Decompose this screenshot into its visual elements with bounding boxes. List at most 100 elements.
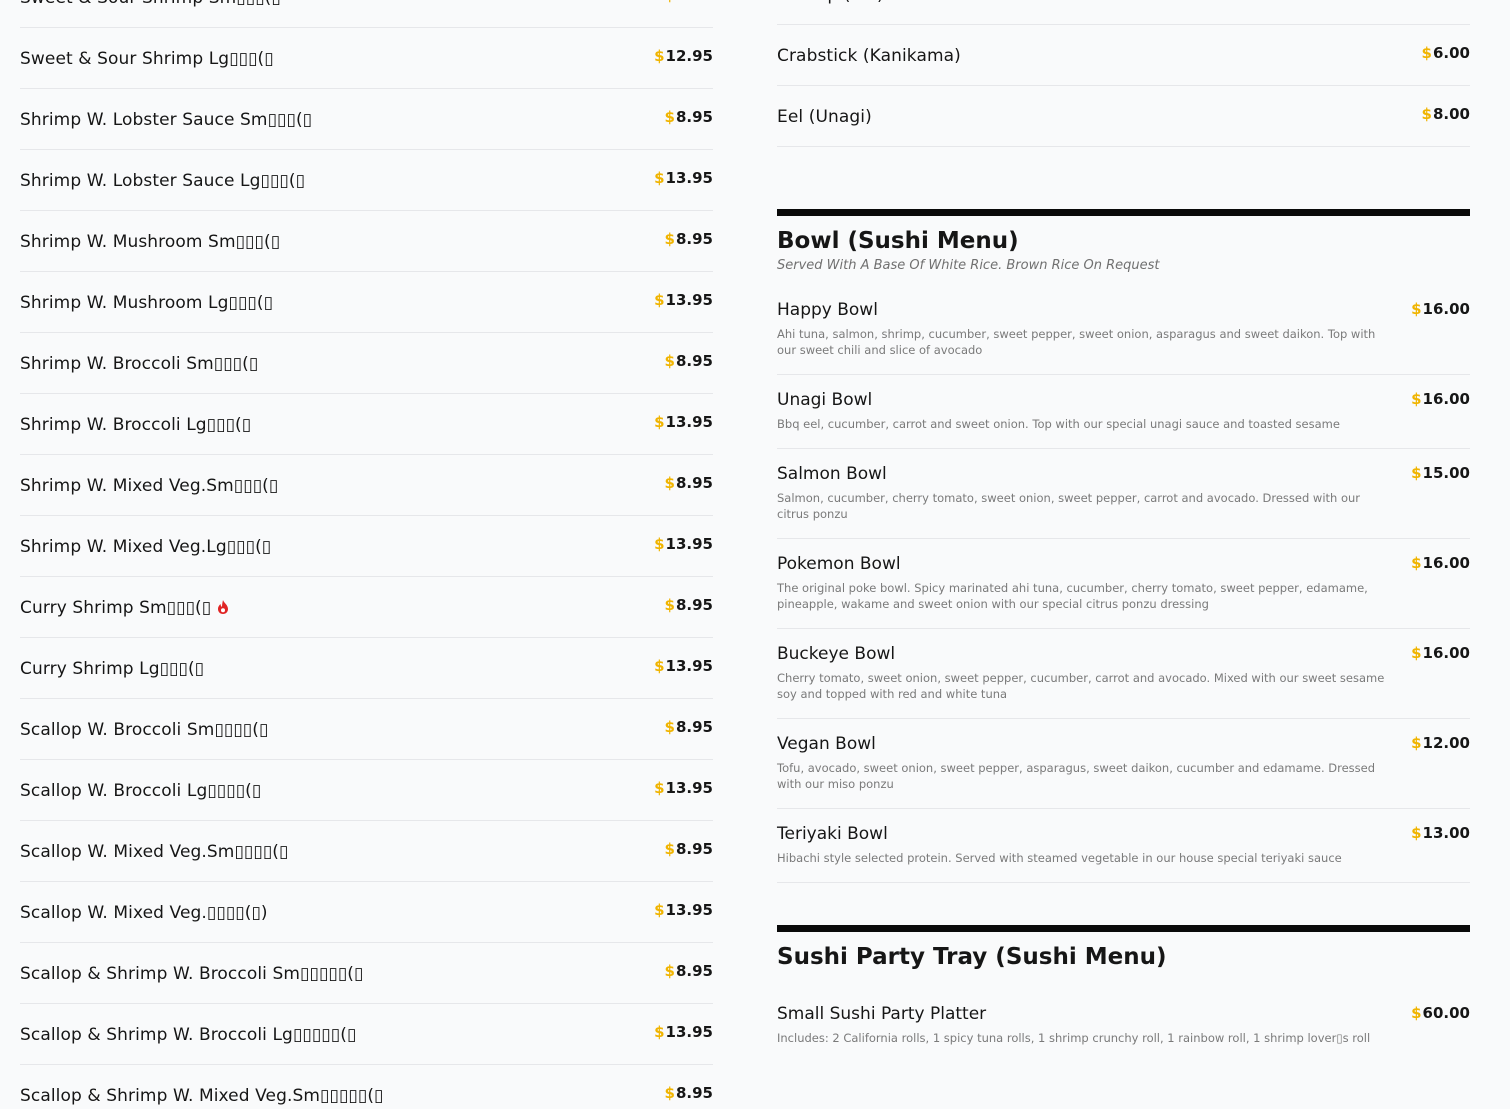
currency-symbol: $ bbox=[654, 169, 665, 187]
menu-item[interactable]: Happy Bowl Ahi tuna, salmon, shrimp, cucu… bbox=[777, 285, 1470, 375]
item-description: Bbq eel, cucumber, carrot and sweet onio… bbox=[777, 417, 1340, 431]
item-price: $8.00 bbox=[1422, 104, 1470, 124]
menu-item[interactable]: Shrimp W. Broccoli Lg▯▯▯(▯ $13.95 bbox=[20, 394, 713, 455]
menu-item[interactable]: Shrimp W. Mushroom Sm▯▯▯(▯ $8.95 bbox=[20, 211, 713, 272]
price-value: 8.95 bbox=[676, 0, 713, 4]
menu-item[interactable]: Small Sushi Party Platter Includes: 2 Cal… bbox=[777, 989, 1470, 1062]
price-value: 16.00 bbox=[1422, 390, 1470, 408]
menu-item[interactable]: Scallop W. Broccoli Lg▯▯▯▯(▯ $13.95 bbox=[20, 760, 713, 821]
currency-symbol: $ bbox=[654, 657, 665, 675]
item-price: $8.95 bbox=[665, 961, 713, 981]
item-name: Shrimp W. Mixed Veg.Sm▯▯▯(▯ bbox=[20, 475, 278, 497]
item-description: Tofu, avocado, sweet onion, sweet pepper… bbox=[777, 761, 1376, 791]
section-title: Sushi Party Tray (Sushi Menu) bbox=[777, 944, 1167, 970]
item-name: Shrimp (Ebi) bbox=[777, 0, 884, 6]
currency-symbol: $ bbox=[665, 0, 675, 4]
item-price: $13.95 bbox=[654, 1022, 713, 1042]
item-price: $8.95 bbox=[665, 229, 713, 249]
item-price: $60.00 bbox=[1411, 1003, 1470, 1023]
item-name: Crabstick (Kanikama) bbox=[777, 45, 961, 67]
price-value: 8.95 bbox=[675, 1084, 713, 1102]
menu-item[interactable]: Curry Shrimp Sm▯▯▯(▯ $8.95 bbox=[20, 577, 713, 638]
currency-symbol: $ bbox=[1411, 464, 1422, 482]
currency-symbol: $ bbox=[664, 840, 675, 858]
menu-item[interactable]: Sweet & Sour Shrimp Lg▯▯▯(▯ $12.95 bbox=[20, 28, 713, 89]
menu-item[interactable]: Shrimp W. Mixed Veg.Sm▯▯▯(▯ $8.95 bbox=[20, 455, 713, 516]
menu-item[interactable]: Shrimp W. Lobster Sauce Lg▯▯▯(▯ $13.95 bbox=[20, 150, 713, 211]
menu-item[interactable]: Eel (Unagi) $8.00 bbox=[777, 86, 1470, 147]
menu-item[interactable]: Unagi Bowl Bbq eel, cucumber, carrot and … bbox=[777, 375, 1470, 449]
menu-item[interactable]: Scallop & Shrimp W. Broccoli Lg▯▯▯▯▯(▯ $1… bbox=[20, 1004, 713, 1065]
currency-symbol: $ bbox=[664, 596, 675, 614]
price-value: 16.00 bbox=[1422, 554, 1470, 572]
price-value: 8.95 bbox=[675, 474, 713, 492]
item-name: Shrimp W. Mushroom Lg▯▯▯(▯ bbox=[20, 292, 273, 314]
item-name-text: Curry Shrimp Sm▯▯▯(▯ bbox=[20, 598, 212, 618]
menu-item[interactable]: Scallop W. Broccoli Sm▯▯▯▯(▯ $8.95 bbox=[20, 699, 713, 760]
item-name: Sweet & Sour Shrimp Lg▯▯▯(▯ bbox=[20, 48, 274, 70]
menu-page: Sweet & Sour Shrimp Sm▯▯▯(▯$8.95Sweet & … bbox=[0, 0, 1510, 1109]
menu-item[interactable]: Vegan Bowl Tofu, avocado, sweet onion, sw… bbox=[777, 719, 1470, 809]
price-value: 13.95 bbox=[665, 901, 713, 919]
section-title: Bowl (Sushi Menu) bbox=[777, 228, 1019, 254]
item-price: $8.95 bbox=[665, 839, 713, 859]
currency-symbol: $ bbox=[654, 1023, 665, 1041]
price-value: 12.95 bbox=[665, 47, 713, 65]
price-value: 16.00 bbox=[1422, 644, 1470, 662]
menu-item[interactable]: Shrimp W. Mixed Veg.Lg▯▯▯(▯ $13.95 bbox=[20, 516, 713, 577]
price-value: 8.95 bbox=[675, 230, 713, 248]
item-name-text: Shrimp W. Lobster Sauce Lg▯▯▯(▯ bbox=[20, 171, 306, 191]
item-price: $8.95 bbox=[665, 351, 713, 371]
menu-item[interactable]: Salmon Bowl Salmon, cucumber, cherry toma… bbox=[777, 449, 1470, 539]
item-name-text: Shrimp (Ebi) bbox=[777, 0, 884, 5]
item-name-text: Scallop & Shrimp W. Broccoli Lg▯▯▯▯▯(▯ bbox=[20, 1025, 357, 1045]
menu-item[interactable]: Teriyaki Bowl Hibachi style selected prot… bbox=[777, 809, 1470, 883]
item-description: Includes: 2 California rolls, 1 spicy tu… bbox=[777, 1031, 1371, 1045]
item-price: $15.00 bbox=[1411, 463, 1470, 483]
currency-symbol: $ bbox=[654, 413, 665, 431]
item-name-text: Scallop W. Mixed Veg.▯▯▯▯(▯) bbox=[20, 903, 268, 923]
currency-symbol: $ bbox=[654, 47, 665, 65]
currency-symbol: $ bbox=[1411, 300, 1422, 318]
item-name-text: Shrimp W. Mushroom Lg▯▯▯(▯ bbox=[20, 293, 274, 313]
menu-item[interactable]: Shrimp W. Mushroom Lg▯▯▯(▯ $13.95 bbox=[20, 272, 713, 333]
currency-symbol: $ bbox=[664, 230, 675, 248]
currency-symbol: $ bbox=[654, 779, 665, 797]
item-description: Cherry tomato, sweet onion, sweet pepper… bbox=[777, 671, 1385, 701]
item-name: Scallop W. Mixed Veg.▯▯▯▯(▯) bbox=[20, 902, 268, 924]
price-value: 6.00 bbox=[1433, 0, 1470, 1]
item-price: $8.95 bbox=[665, 107, 713, 127]
item-price: $16.00 bbox=[1411, 389, 1470, 409]
menu-item[interactable]: Scallop W. Mixed Veg.▯▯▯▯(▯) $13.95 bbox=[20, 882, 713, 943]
menu-item[interactable]: Shrimp W. Lobster Sauce Sm▯▯▯(▯ $8.95 bbox=[20, 89, 713, 150]
item-name: Shrimp W. Mixed Veg.Lg▯▯▯(▯ bbox=[20, 536, 271, 558]
menu-item[interactable]: Scallop & Shrimp W. Broccoli Sm▯▯▯▯▯(▯ $8… bbox=[20, 943, 713, 1004]
item-price: $6.00 bbox=[1422, 43, 1470, 63]
price-value: 13.95 bbox=[665, 1023, 713, 1041]
item-name-text: Shrimp W. Mixed Veg.Lg▯▯▯(▯ bbox=[20, 537, 272, 557]
menu-item[interactable]: Shrimp W. Broccoli Sm▯▯▯(▯ $8.95 bbox=[20, 333, 713, 394]
menu-item[interactable]: Curry Shrimp Lg▯▯▯(▯ $13.95 bbox=[20, 638, 713, 699]
menu-item[interactable]: Shrimp (Ebi) $6.00 bbox=[777, 0, 1470, 25]
item-name-text: Sweet & Sour Shrimp Lg▯▯▯(▯ bbox=[20, 49, 274, 69]
item-description: Ahi tuna, salmon, shrimp, cucumber, swee… bbox=[777, 327, 1376, 357]
item-name-text: Scallop & Shrimp W. Mixed Veg.Sm▯▯▯▯▯(▯ bbox=[20, 1086, 384, 1106]
menu-item[interactable]: Buckeye Bowl Cherry tomato, sweet onion, … bbox=[777, 629, 1470, 719]
menu-item[interactable]: Sweet & Sour Shrimp Sm▯▯▯(▯ $8.95 bbox=[20, 0, 713, 28]
currency-symbol: $ bbox=[1422, 0, 1432, 1]
currency-symbol: $ bbox=[1421, 44, 1432, 62]
item-name-text: Shrimp W. Lobster Sauce Sm▯▯▯(▯ bbox=[20, 110, 313, 130]
menu-item[interactable]: Crabstick (Kanikama) $6.00 bbox=[777, 25, 1470, 86]
menu-item[interactable]: Scallop & Shrimp W. Mixed Veg.Sm▯▯▯▯▯(▯ $… bbox=[20, 1065, 713, 1109]
currency-symbol: $ bbox=[1411, 824, 1422, 842]
price-value: 13.95 bbox=[665, 779, 713, 797]
menu-item[interactable]: Scallop W. Mixed Veg.Sm▯▯▯▯(▯ $8.95 bbox=[20, 821, 713, 882]
menu-item[interactable]: Pokemon Bowl The original poke bowl. Spic… bbox=[777, 539, 1470, 629]
item-name-text: Shrimp W. Broccoli Sm▯▯▯(▯ bbox=[20, 354, 259, 374]
price-value: 13.95 bbox=[665, 169, 713, 187]
item-price: $8.95 bbox=[665, 0, 713, 5]
price-value: 8.00 bbox=[1432, 105, 1470, 123]
item-name: Scallop & Shrimp W. Broccoli Sm▯▯▯▯▯(▯ bbox=[20, 963, 364, 985]
item-price: $8.95 bbox=[665, 595, 713, 615]
currency-symbol: $ bbox=[1411, 734, 1422, 752]
